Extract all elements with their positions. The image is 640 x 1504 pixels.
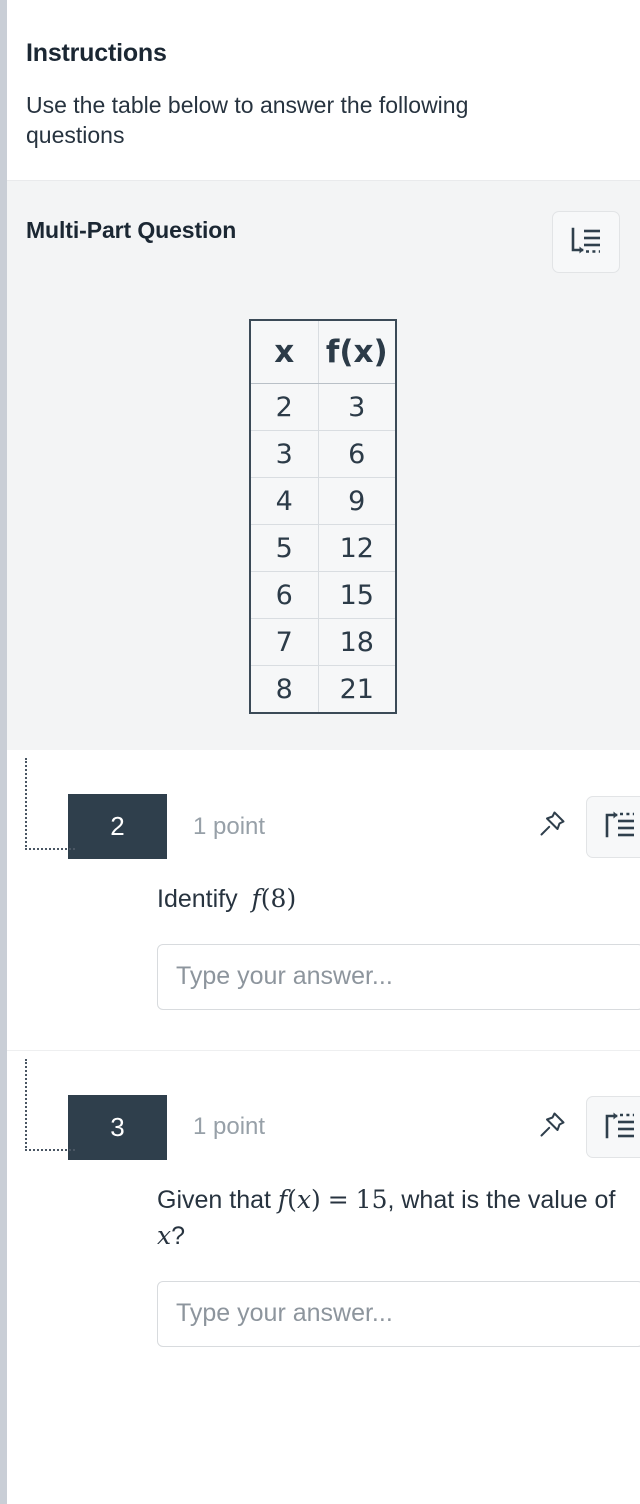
subquestion-2: 2 1 point Identify f(8) Type your answer…: [7, 750, 640, 1050]
table-cell-x: 8: [249, 665, 319, 714]
question-prompt: Given that f(x) = 15, what is the value …: [157, 1182, 636, 1255]
table-cell-x: 6: [249, 571, 319, 620]
subquestion-body: Identify f(8): [7, 881, 640, 1010]
table-cell-x: 5: [249, 524, 319, 573]
question-prompt: Identify f(8): [157, 881, 636, 918]
table-row: 3 6: [249, 430, 397, 479]
subquestion-header: 3 1 point: [7, 1094, 640, 1160]
table-row: 4 9: [249, 477, 397, 526]
table-cell-fx: 6: [317, 430, 397, 479]
table-header-x: x: [249, 319, 319, 385]
subquestion-connector: [25, 758, 75, 851]
table-cell-fx: 18: [317, 618, 397, 667]
left-scroll-rail[interactable]: [0, 0, 7, 1504]
question-number-badge: 3: [68, 1094, 167, 1160]
multi-part-header: Multi-Part Question: [26, 211, 620, 274]
pin-question-button[interactable]: [532, 807, 572, 847]
table-cell-fx: 21: [317, 665, 397, 714]
table-cell-fx: 12: [317, 524, 397, 573]
table-cell-x: 3: [249, 430, 319, 479]
table-row: 6 15: [249, 571, 397, 620]
fx-table: x f(x) 2 3 3 6 4 9 5 12 6 15 7 18 8 21: [249, 319, 397, 715]
multi-part-question-icon: [569, 226, 603, 258]
table-cell-x: 2: [249, 383, 319, 432]
math-function-name: f: [277, 1184, 288, 1214]
subquestion-header: 2 1 point: [7, 794, 640, 860]
table-cell-fx: 3: [317, 383, 397, 432]
prompt-text: Given that: [157, 1185, 271, 1214]
table-row: 2 3: [249, 383, 397, 432]
question-points: 1 point: [193, 1113, 266, 1141]
question-number-badge: 2: [68, 794, 167, 860]
math-equals: =: [327, 1184, 349, 1214]
exit-multi-part-button[interactable]: [586, 1096, 640, 1159]
question-points: 1 point: [193, 812, 266, 840]
math-value: 15: [355, 1184, 388, 1214]
multi-part-title: Multi-Part Question: [26, 217, 237, 244]
pin-icon: [536, 808, 568, 845]
pin-icon: [536, 1109, 568, 1146]
math-close-paren: ): [286, 884, 297, 914]
math-close-paren: ): [311, 1184, 321, 1214]
table-header-fx: f(x): [317, 319, 397, 385]
subquestion-body: Given that f(x) = 15, what is the value …: [7, 1182, 640, 1347]
table-row: 7 18: [249, 618, 397, 667]
instructions-body: Use the table below to answer the follow…: [26, 91, 469, 148]
prompt-middle-text: , what is the value of: [387, 1185, 616, 1214]
exit-multi-part-icon: [603, 808, 637, 845]
instructions-title: Instructions: [26, 39, 167, 67]
table-cell-x: 7: [249, 618, 319, 667]
answer-input[interactable]: [157, 943, 640, 1010]
fx-table-body: 2 3 3 6 4 9 5 12 6 15 7 18 8 21: [249, 383, 397, 714]
math-function-name: f: [251, 884, 261, 914]
prompt-suffix-text: ?: [171, 1222, 186, 1251]
table-header-row: x f(x): [249, 319, 397, 385]
math-variable: x: [157, 1221, 172, 1251]
multi-part-section: Multi-Part Question x f(x) 2 3 3 6 4 9 5…: [7, 181, 640, 751]
multi-part-question-button[interactable]: [552, 211, 620, 274]
subquestion-3: 3 1 point Given that f(x) = 15, what is …: [7, 1049, 640, 1387]
question-page: Instructions Use the table below to answ…: [7, 0, 640, 1504]
prompt-text: Identify: [157, 885, 238, 914]
math-open-paren: (: [260, 884, 271, 914]
table-cell-x: 4: [249, 477, 319, 526]
fx-table-wrapper: x f(x) 2 3 3 6 4 9 5 12 6 15 7 18 8 21: [26, 319, 620, 715]
table-cell-fx: 15: [317, 571, 397, 620]
pin-question-button[interactable]: [532, 1107, 572, 1147]
table-row: 8 21: [249, 665, 397, 714]
exit-multi-part-button[interactable]: [586, 795, 640, 858]
table-row: 5 12: [249, 524, 397, 573]
math-argument: 8: [270, 884, 287, 914]
exit-multi-part-icon: [603, 1109, 637, 1146]
answer-input[interactable]: [157, 1280, 640, 1347]
math-open-paren: (: [287, 1184, 297, 1214]
table-cell-fx: 9: [317, 477, 397, 526]
subquestion-connector: [25, 1058, 75, 1151]
math-argument: x: [296, 1184, 312, 1214]
instructions-section: Instructions Use the table below to answ…: [7, 0, 640, 182]
